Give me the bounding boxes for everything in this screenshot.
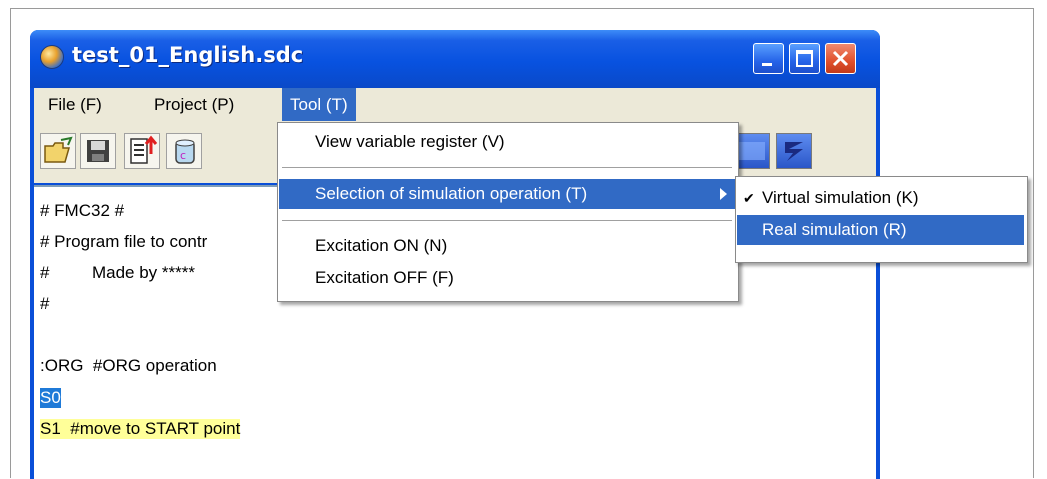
variable-button[interactable] (734, 133, 770, 169)
maximize-icon (796, 50, 813, 67)
close-icon (832, 50, 849, 67)
title-bar[interactable]: test_01_English.sdc (30, 30, 880, 88)
code-line: # FMC32 # (40, 201, 125, 220)
open-folder-button[interactable] (40, 133, 76, 169)
svg-text:c: c (180, 149, 186, 162)
checkmark-icon: ✔ (743, 190, 755, 206)
menu-bar: File (F) Project (P) Tool (T) (34, 88, 876, 121)
submenu-arrow-icon (720, 188, 727, 200)
import-button[interactable] (124, 133, 160, 169)
maximize-button[interactable] (789, 43, 820, 74)
code-line: # Program file to contr (40, 232, 208, 251)
database-button[interactable]: c (166, 133, 202, 169)
lightning-icon (785, 142, 803, 161)
menu-tool[interactable]: Tool (T) (282, 88, 356, 121)
menu-separator (282, 167, 732, 168)
menu-item-view-variable-register[interactable]: View variable register (V) (279, 127, 735, 157)
code-line: # (40, 294, 50, 313)
menu-separator (282, 220, 732, 221)
menu-item-excitation-on[interactable]: Excitation ON (N) (279, 231, 735, 261)
tool-menu-dropdown: View variable register (V) Selection of … (277, 122, 739, 302)
menu-project[interactable]: Project (P) (146, 88, 242, 121)
window-title: test_01_English.sdc (72, 43, 304, 67)
menu-item-label: Virtual simulation (K) (762, 188, 919, 207)
menu-item-real-simulation[interactable]: Real simulation (R) (737, 215, 1024, 245)
menu-item-excitation-off[interactable]: Excitation OFF (F) (279, 263, 735, 293)
code-line-current: S1 #move to START point (40, 419, 241, 439)
lightning-button[interactable] (776, 133, 812, 169)
menu-item-virtual-simulation[interactable]: ✔ Virtual simulation (K) (737, 183, 1024, 213)
code-line-selected: S0 (40, 388, 61, 408)
save-button[interactable] (80, 133, 116, 169)
menu-item-selection-of-simulation[interactable]: Selection of simulation operation (T) (279, 179, 735, 209)
code-line: # Made by ***** (40, 263, 195, 282)
app-globe-icon (40, 45, 64, 69)
minimize-icon (762, 63, 772, 66)
minimize-button[interactable] (753, 43, 784, 74)
variable-icon (739, 142, 765, 160)
code-line: :ORG #ORG operation (40, 356, 217, 375)
import-icon (130, 135, 158, 164)
close-button[interactable] (825, 43, 856, 74)
simulation-submenu: ✔ Virtual simulation (K) Real simulation… (735, 176, 1028, 263)
menu-item-label: Selection of simulation operation (T) (315, 184, 588, 203)
menu-file[interactable]: File (F) (40, 88, 110, 121)
open-folder-icon (44, 136, 73, 163)
database-icon: c (175, 139, 195, 164)
save-icon (87, 140, 109, 162)
